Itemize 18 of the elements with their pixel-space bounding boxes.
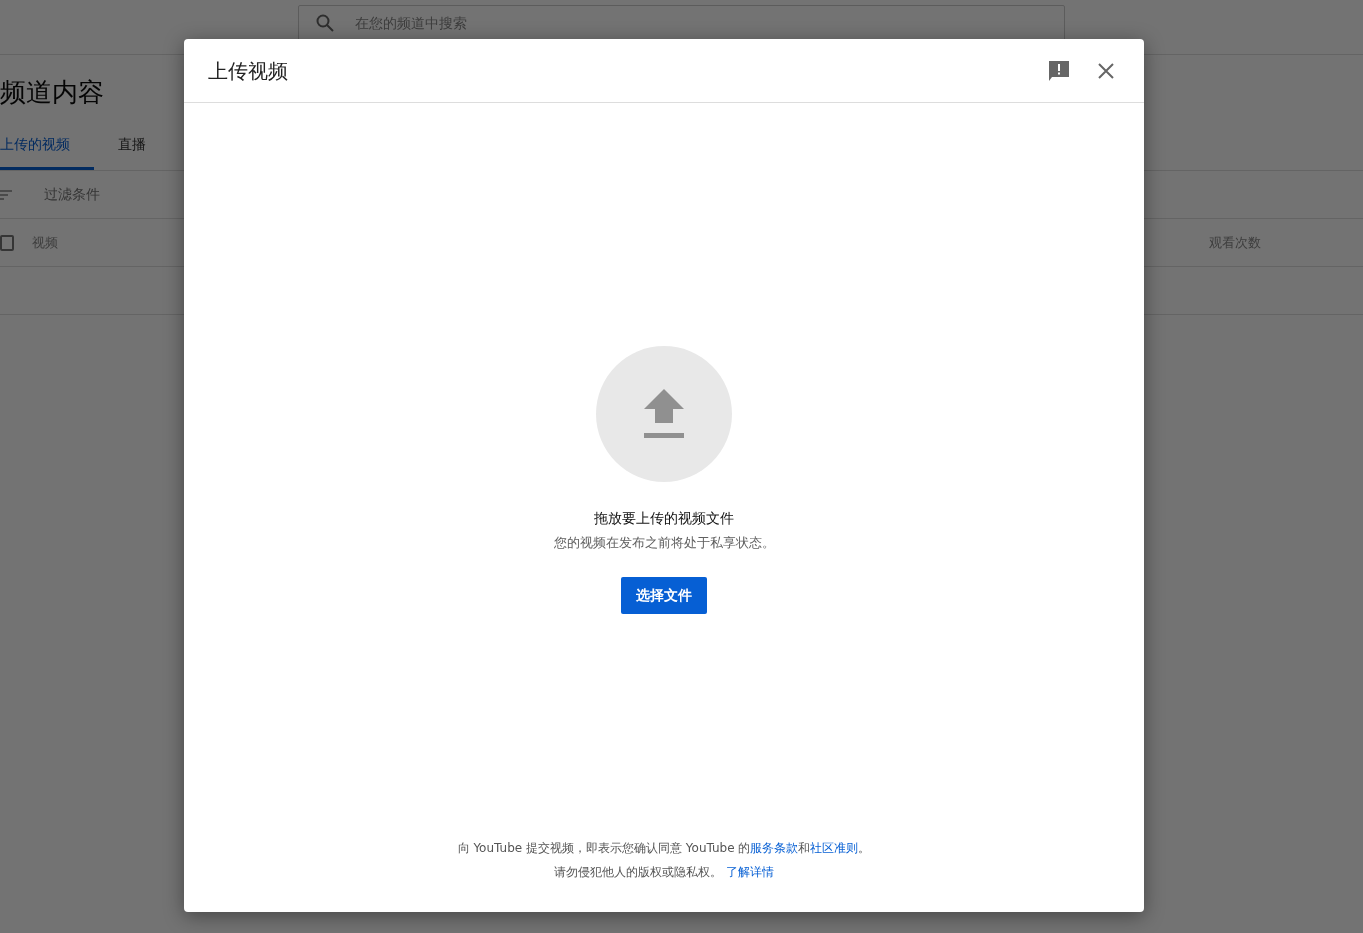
filter-icon: [0, 189, 12, 200]
search-icon: [316, 14, 334, 32]
feedback-icon: [1048, 59, 1070, 82]
tab[interactable]: 直播: [118, 126, 170, 171]
drop-title: 拖放要上传的视频文件: [594, 509, 734, 528]
filter-field[interactable]: 过滤条件: [42, 183, 220, 207]
select-files-button[interactable]: 选择文件: [621, 576, 707, 614]
policy-link[interactable]: 了解详情: [725, 865, 774, 879]
close-icon: [1098, 62, 1114, 79]
privacy-note: 您的视频在发布之前将处于私享状态。: [553, 534, 775, 552]
policy-link[interactable]: 服务条款: [750, 841, 799, 855]
dialog-title: 上传视频: [208, 58, 289, 83]
select-all-checkbox[interactable]: [0, 234, 14, 251]
copyright-notice: 请勿侵犯他人的版权或隐私权。 了解详情: [553, 864, 775, 881]
upload-icon: [644, 389, 684, 439]
policy-link[interactable]: 社区准则: [810, 841, 859, 855]
page-title: 频道内容: [0, 77, 105, 109]
terms-text: 向 YouTube 提交视频，即表示您确认同意 YouTube 的服务条款和社区准则。: [456, 840, 872, 857]
